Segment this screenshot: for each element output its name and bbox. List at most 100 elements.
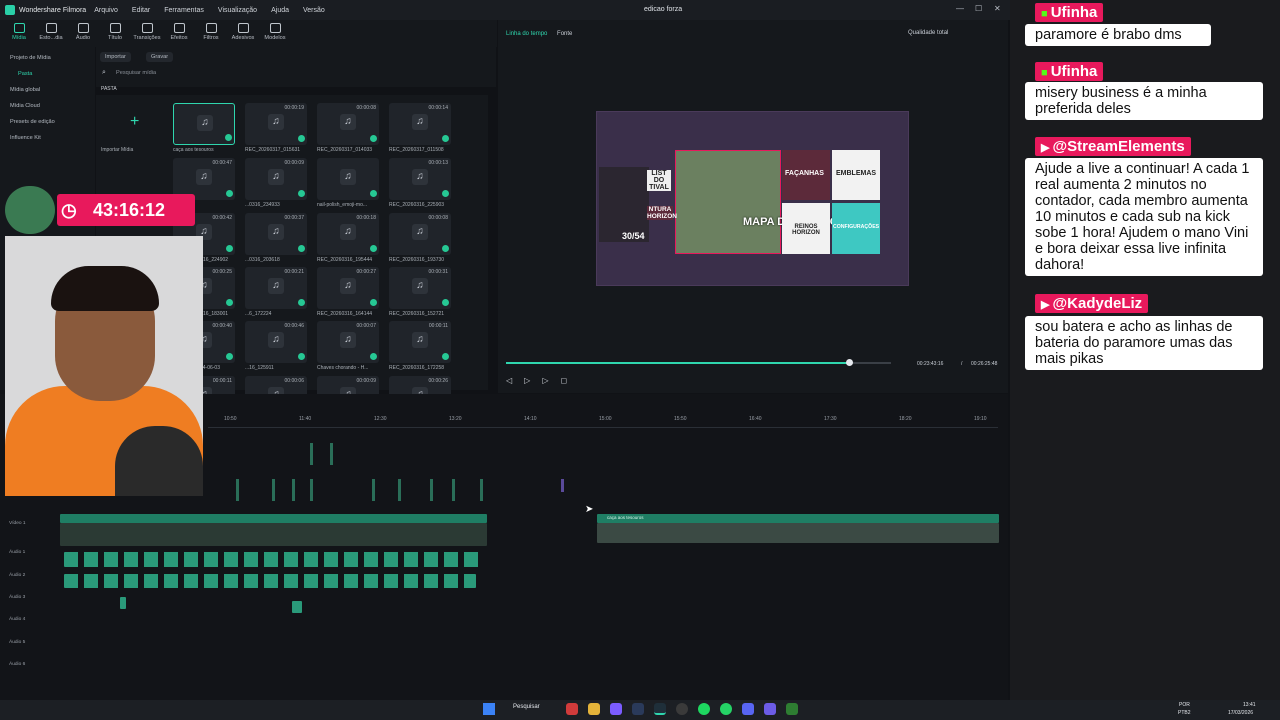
library-global-media[interactable]: Mídia global	[0, 83, 95, 99]
total-time: 00:26:25:48	[971, 361, 998, 367]
maximize-icon[interactable]: ☐	[975, 4, 982, 13]
stop-icon[interactable]: ◻	[560, 376, 567, 385]
transition-icon	[141, 23, 153, 33]
tab-adesivos[interactable]: Adesivos	[232, 20, 254, 47]
audio-clip[interactable]	[64, 552, 484, 567]
search-input[interactable]: Pesquisar mídia	[116, 70, 156, 76]
menu-ajuda[interactable]: Ajuda	[271, 7, 289, 14]
audio-clip[interactable]	[292, 601, 302, 613]
filter-icon	[205, 23, 217, 33]
media-item[interactable]: ♫ 00:00:08	[317, 103, 379, 145]
media-item[interactable]: ♫ 00:00:07	[317, 321, 379, 363]
minimize-icon[interactable]: —	[956, 4, 964, 13]
tab-filtros[interactable]: Filtros	[200, 20, 222, 47]
media-item[interactable]: ♫ 00:00:31	[389, 267, 451, 309]
media-item[interactable]: ♫ 00:00:14	[389, 103, 451, 145]
check-icon	[298, 299, 305, 306]
tab-efeitos[interactable]: Efeitos	[168, 20, 190, 47]
preview-scrubber-handle[interactable]	[846, 359, 853, 366]
brave-icon[interactable]	[566, 703, 578, 715]
music-note-icon: ♫	[340, 224, 356, 240]
tab-transicoes[interactable]: Transições	[133, 20, 161, 47]
library-cloud-media[interactable]: Mídia Cloud	[0, 99, 95, 115]
media-item[interactable]: ♫00:00:11	[389, 321, 451, 363]
treasure-hunt-clip[interactable]: caça aos tesouros	[597, 514, 999, 523]
media-item[interactable]: ♫ 00:00:21	[245, 267, 307, 309]
library-influence-kit[interactable]: Influence Kit	[0, 131, 95, 147]
overlay-clip[interactable]	[372, 479, 375, 501]
clock-time: 13:41	[1243, 702, 1256, 708]
media-item[interactable]: ♫00:00:09	[245, 158, 307, 200]
tab-titulo[interactable]: Título	[104, 20, 126, 47]
overlay-clip[interactable]	[430, 479, 433, 501]
chat-message: Ajude a live a continuar! A cada 1 real …	[1025, 158, 1263, 276]
import-button[interactable]: Importar	[100, 52, 131, 62]
overlay-clip[interactable]	[452, 479, 455, 501]
discord-icon[interactable]	[610, 703, 622, 715]
media-item[interactable]: ♫ 00:00:19	[245, 103, 307, 145]
tab-timeline[interactable]: Linha do tempo	[506, 31, 547, 37]
music-note-icon: ♫	[340, 114, 356, 130]
overlay-clip[interactable]	[310, 443, 313, 465]
step-back-icon[interactable]: ◁	[506, 376, 512, 385]
menu-versao[interactable]: Versão	[303, 7, 325, 14]
whatsapp-icon[interactable]	[720, 703, 732, 715]
chat-username-text: Ufinha	[1050, 63, 1098, 80]
media-item[interactable]: ♫ 00:00:08	[389, 213, 451, 255]
library-project-media[interactable]: Projeto de Mídia	[0, 47, 95, 67]
overlay-clip[interactable]	[272, 479, 275, 501]
preview-frame: MAPA DO MUNDO FAÇANHAS EMBLEMAS REINOS H…	[596, 111, 909, 286]
obs-icon[interactable]	[676, 703, 688, 715]
media-caption: REC_20260317_014033	[317, 147, 373, 153]
overlay-clip[interactable]	[330, 443, 333, 465]
tab-source[interactable]: Fonte	[557, 31, 572, 37]
next-frame-icon[interactable]: ▷	[542, 376, 548, 385]
media-duration: 00:00:31	[428, 269, 448, 275]
overlay-clip[interactable]	[292, 479, 295, 501]
chat-username: ▶ @KadydeLiz	[1035, 294, 1149, 313]
excel-icon[interactable]	[786, 703, 798, 715]
record-button[interactable]: Gravar	[146, 52, 174, 62]
media-item[interactable]: ♫ 00:00:18	[317, 213, 379, 255]
festival-list-label: LIST DO TIVAL	[647, 170, 671, 191]
media-item[interactable]: ♫ 00:00:37	[245, 213, 307, 255]
media-item[interactable]: ♫ 00:00:46	[245, 321, 307, 363]
overlay-clip[interactable]	[236, 479, 239, 501]
start-button[interactable]	[483, 703, 495, 715]
tab-audio[interactable]: Áudio	[72, 20, 94, 47]
spotify-icon[interactable]	[698, 703, 710, 715]
menu-ferramentas[interactable]: Ferramentas	[164, 7, 204, 14]
overlay-clip[interactable]	[480, 479, 483, 501]
media-header: Importar Gravar ⌕ Pesquisar mídia PASTA	[96, 47, 496, 92]
menu-editar[interactable]: Editar	[132, 7, 150, 14]
app-icon-2[interactable]	[764, 703, 776, 715]
overlay-clip[interactable]	[398, 479, 401, 501]
audio-clip[interactable]	[64, 574, 476, 588]
library-folder[interactable]: Pasta	[0, 67, 95, 83]
media-item[interactable]: ♫ 00:00:27	[317, 267, 379, 309]
ruler-tick-label: 19:10	[974, 416, 987, 422]
tab-estoque[interactable]: Esto...dia	[39, 20, 63, 47]
app-icon[interactable]	[742, 703, 754, 715]
close-icon[interactable]: ✕	[994, 4, 1001, 13]
library-edit-presets[interactable]: Presets de edição	[0, 115, 95, 131]
media-caption: ...16_125911	[245, 365, 274, 371]
media-item[interactable]: ♫	[317, 158, 379, 200]
tab-midia[interactable]: Mídia	[8, 20, 30, 47]
play-icon[interactable]: ▷	[524, 376, 530, 385]
explorer-icon[interactable]	[588, 703, 600, 715]
audio-clip[interactable]	[120, 597, 126, 609]
overlay-clip[interactable]	[310, 479, 313, 501]
filmora-taskbar-icon[interactable]	[654, 703, 666, 715]
media-caption: REC_20260316_152721	[389, 311, 445, 317]
media-item[interactable]: ♫	[173, 103, 235, 145]
video-track-clips	[60, 514, 487, 548]
menu-visualizacao[interactable]: Visualização	[218, 7, 257, 14]
taskbar-search[interactable]: Pesquisar	[513, 704, 540, 710]
media-item[interactable]: ♫ 00:00:13	[389, 158, 451, 200]
steam-icon[interactable]	[632, 703, 644, 715]
import-media-tile[interactable]: +	[102, 103, 164, 145]
quality-select[interactable]: Qualidade total	[908, 30, 948, 36]
menu-arquivo[interactable]: Arquivo	[94, 7, 118, 14]
tab-modelos[interactable]: Modelos	[264, 20, 286, 47]
